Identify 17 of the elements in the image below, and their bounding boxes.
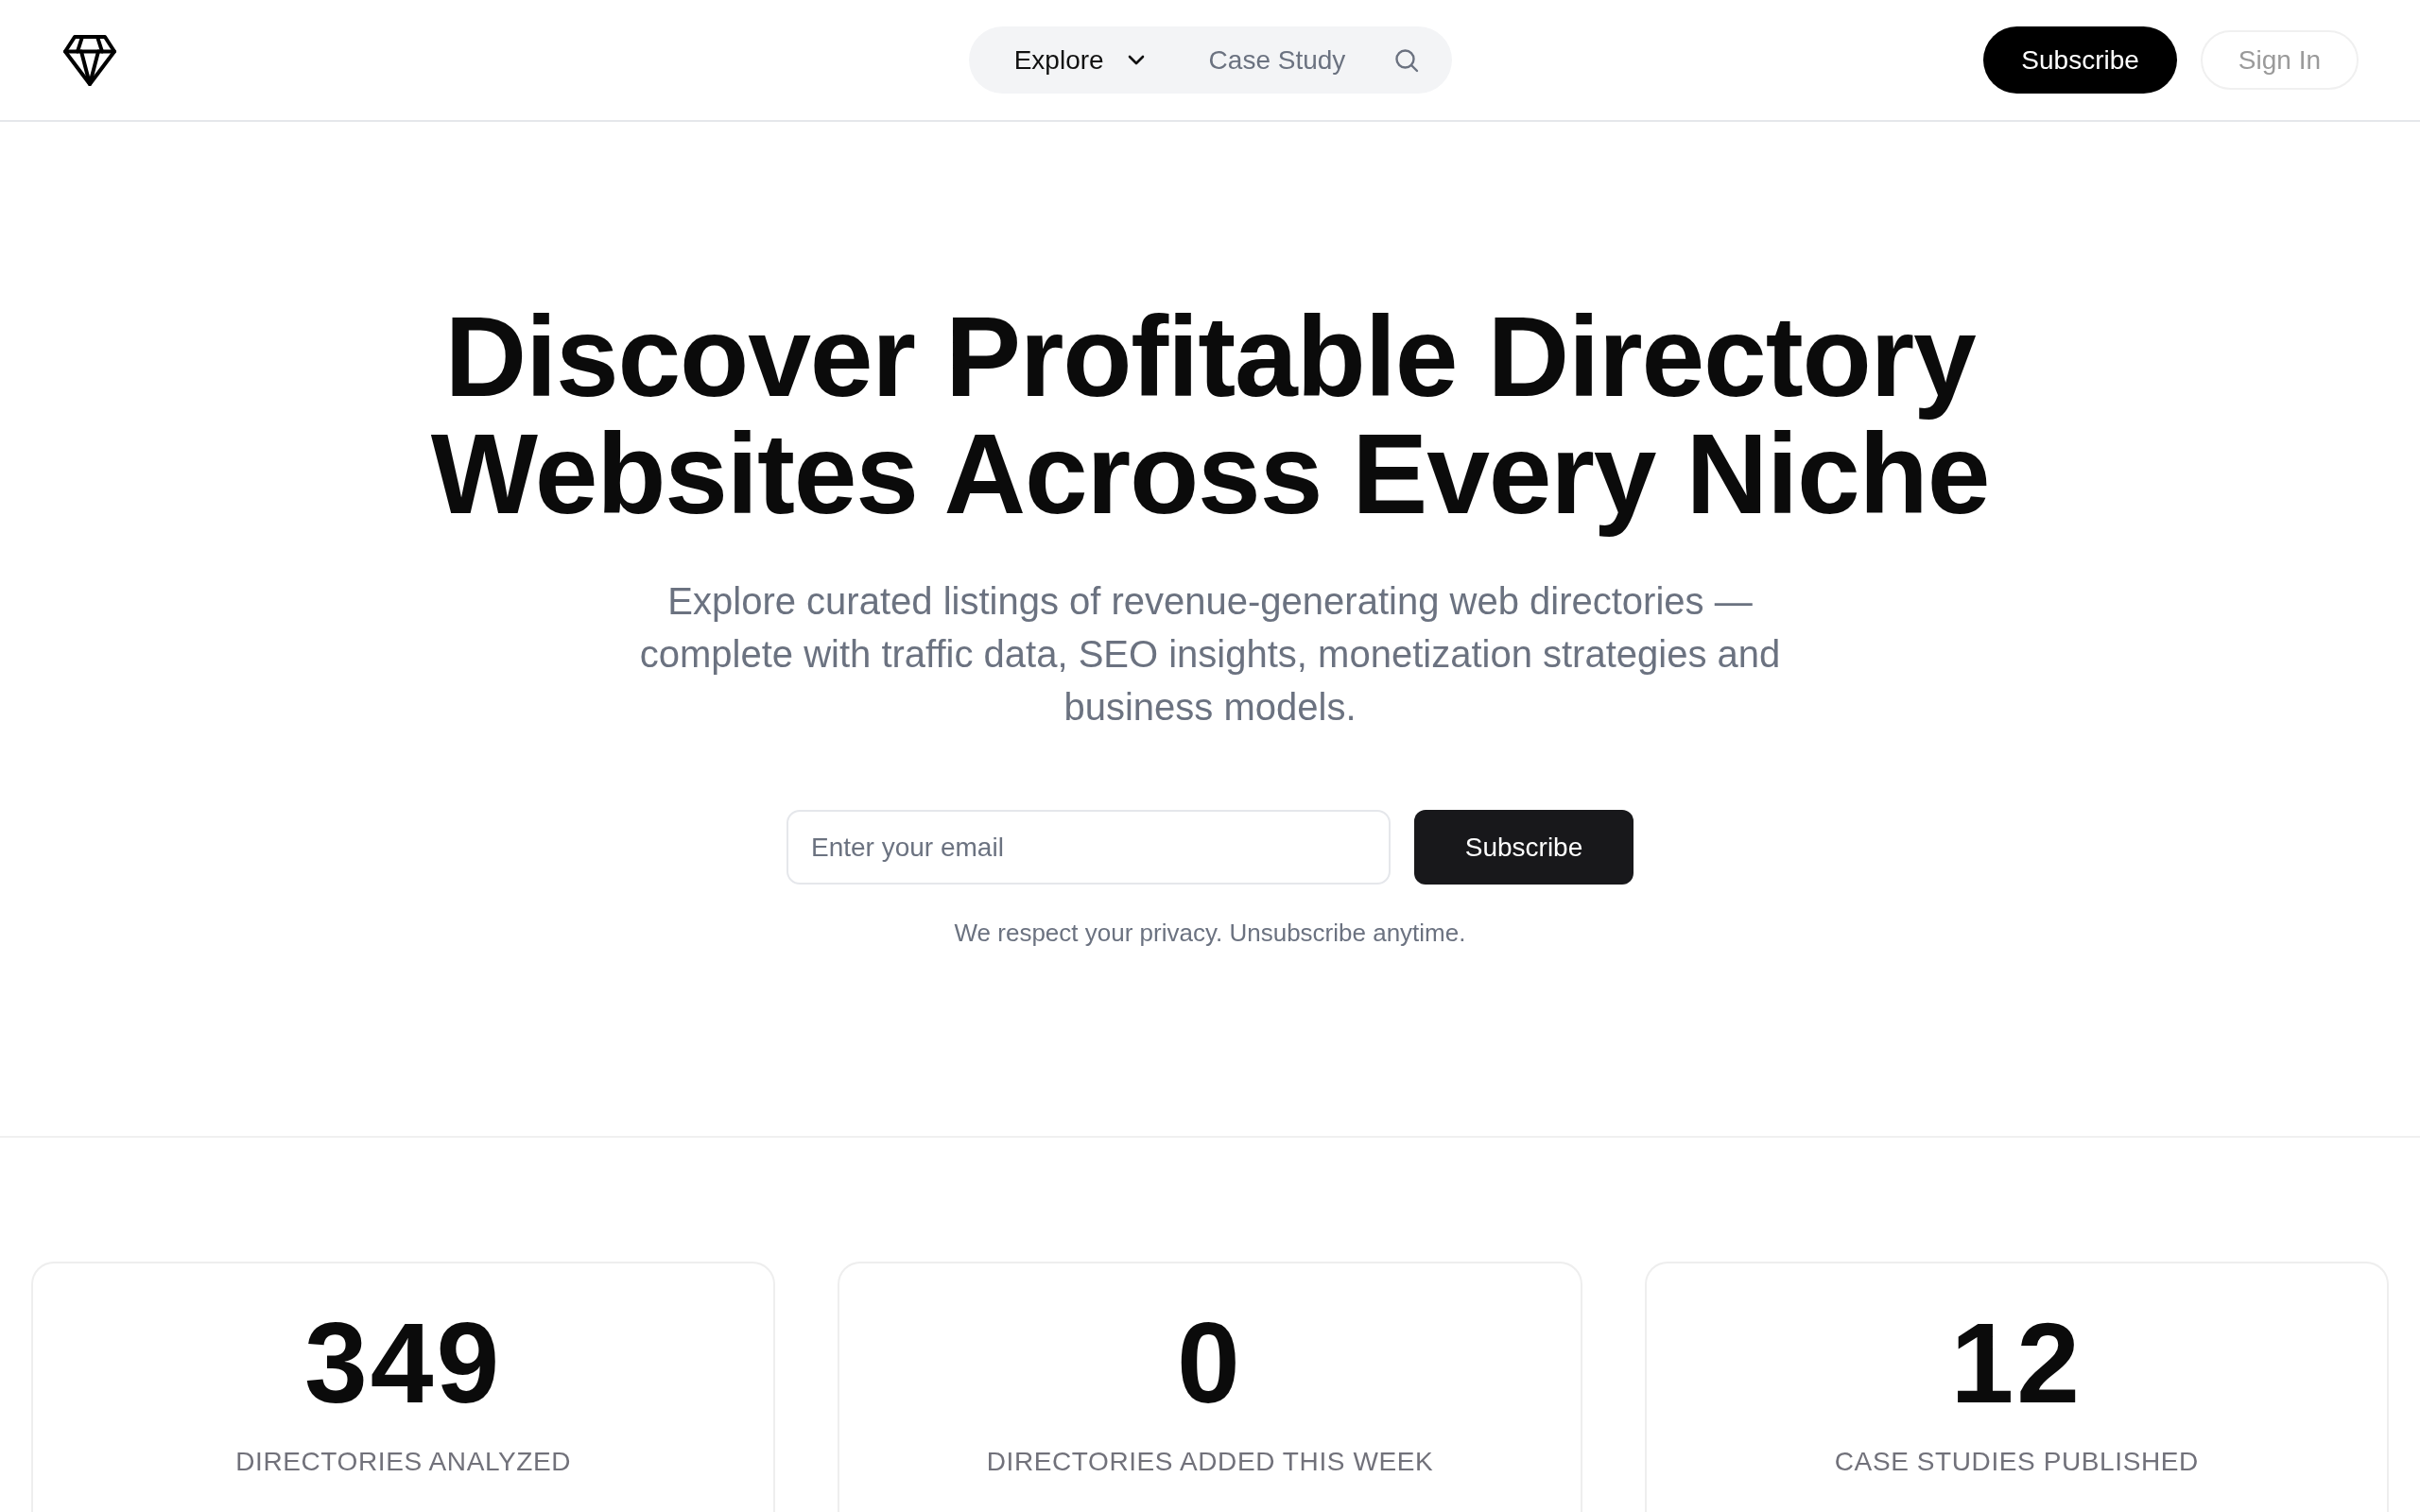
hero-subtitle: Explore curated listings of revenue-generating web directories — complete with traffic data, SEO insights, monetization strategies and business models. (638, 579, 1782, 730)
stat-label: CASE STUDIES PUBLISHED (1834, 1446, 2199, 1478)
search-icon[interactable] (1394, 47, 1420, 73)
stat-value: 12 (1950, 1306, 2083, 1419)
email-input[interactable]: Enter your email (786, 810, 1391, 885)
stat-label: DIRECTORIES ADDED THIS WEEK (986, 1446, 1434, 1478)
subscribe-button[interactable]: Subscribe (1983, 26, 2177, 94)
nav-dropdown[interactable]: Explore (1013, 44, 1145, 76)
chevron-down-icon (1127, 55, 1145, 65)
subscribe-button[interactable]: Subscribe (1414, 810, 1634, 885)
stat-label: DIRECTORIES ANALYZED (235, 1446, 572, 1478)
hero-heading: Discover Profitable Directory Websites Across Every Niche (429, 298, 1991, 539)
privacy-note: We respect your privacy. Unsubscribe anytime. (954, 918, 1466, 949)
diamond-icon[interactable] (62, 33, 117, 87)
stat-value: 0 (1177, 1306, 1243, 1419)
stat-value: 349 (304, 1306, 503, 1419)
nav-link[interactable]: Case Study (1208, 44, 1346, 76)
